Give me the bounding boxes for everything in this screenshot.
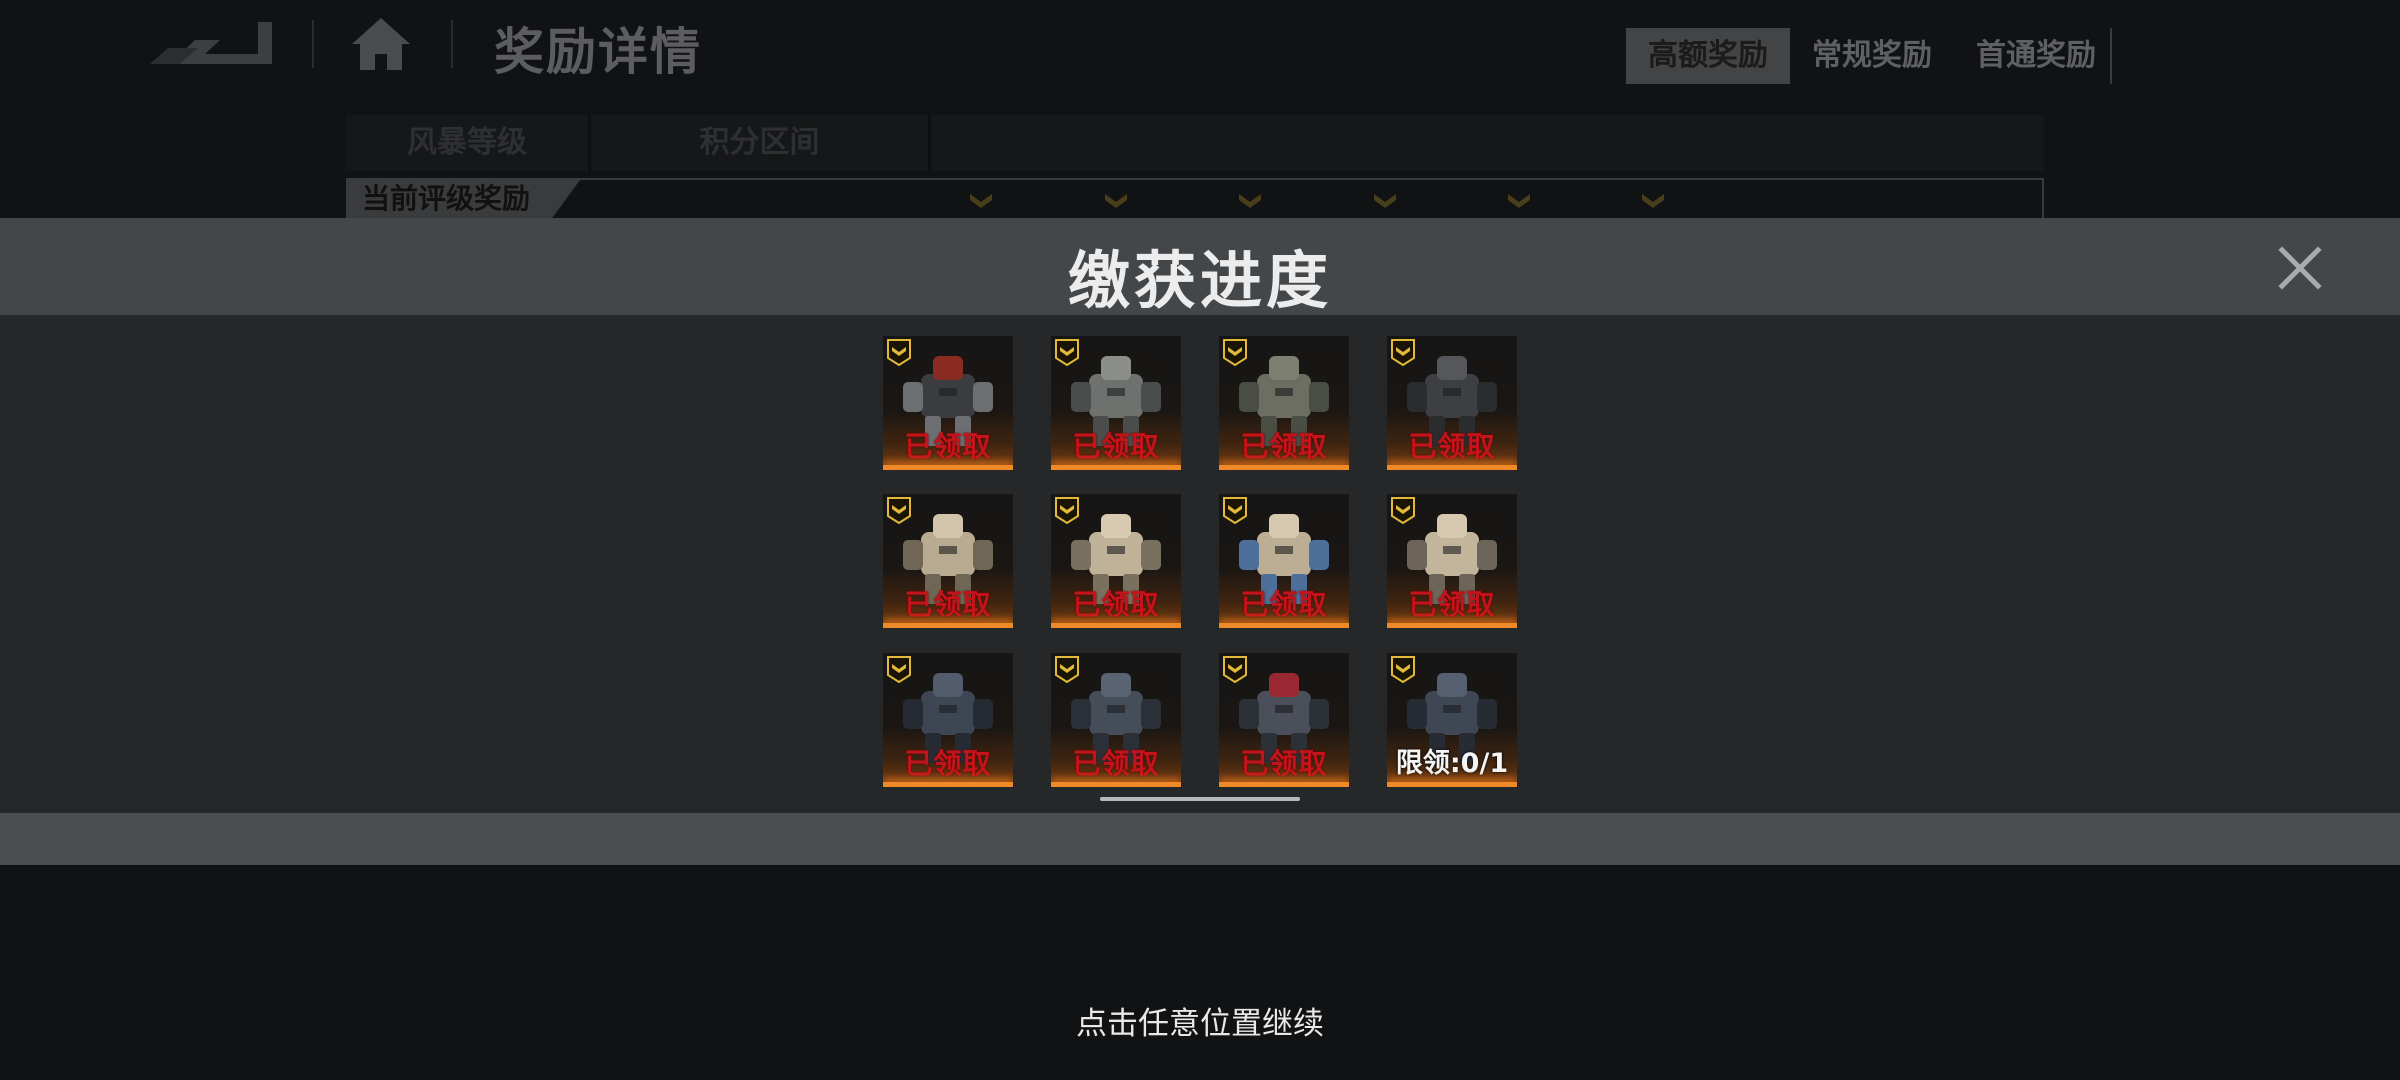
- claimed-stamp: 已领取: [1408, 430, 1496, 463]
- rarity-badge-icon: [1391, 339, 1415, 366]
- claimed-stamp: 已领取: [904, 747, 992, 780]
- rarity-badge-icon: [1055, 656, 1079, 683]
- capture-item[interactable]: 已领取: [1051, 336, 1181, 470]
- capture-item[interactable]: 已领取: [1051, 653, 1181, 787]
- rank-badge-icon: [1374, 194, 1396, 208]
- page-title: 奖励详情: [494, 23, 702, 81]
- tab-first-clear-reward[interactable]: 首通奖励: [1954, 28, 2118, 84]
- continue-hint[interactable]: 点击任意位置继续: [0, 998, 2400, 1043]
- table-header: 风暴等级 积分区间: [346, 115, 2044, 171]
- rarity-badge-icon: [887, 497, 911, 524]
- rank-badge-icon: [1239, 194, 1261, 208]
- modal-footer: [0, 813, 2400, 865]
- current-rating-label: 当前评级奖励: [348, 180, 580, 218]
- capture-item[interactable]: 已领取: [1387, 336, 1517, 470]
- capture-item[interactable]: 已领取: [883, 653, 1013, 787]
- capture-item[interactable]: 已领取: [883, 494, 1013, 628]
- claimed-stamp: 已领取: [1072, 747, 1160, 780]
- rank-badge-icon: [970, 194, 992, 208]
- claimed-stamp: 已领取: [1240, 430, 1328, 463]
- rarity-badge-icon: [887, 656, 911, 683]
- divider: [2110, 28, 2112, 84]
- rarity-badge-icon: [1223, 497, 1247, 524]
- rarity-badge-icon: [1055, 497, 1079, 524]
- modal-header: 缴获进度: [0, 218, 2400, 317]
- top-bar: 奖励详情 高额奖励 常规奖励 首通奖励: [0, 0, 2400, 95]
- capture-item[interactable]: 已领取: [883, 336, 1013, 470]
- capture-item[interactable]: 已领取: [1387, 494, 1517, 628]
- rank-badge-icon: [1508, 194, 1530, 208]
- claimed-stamp: 已领取: [1072, 430, 1160, 463]
- tab-regular-reward[interactable]: 常规奖励: [1790, 28, 1954, 84]
- capture-item[interactable]: 已领取: [1051, 494, 1181, 628]
- capture-grid: 已领取 已领取 已领取 已领取 已领取 已领取 已领取 已领取 已领取 已领取 已领取 限领:0/1: [883, 336, 1517, 787]
- claimed-stamp: 已领取: [1408, 588, 1496, 621]
- current-rating-row: 当前评级奖励: [346, 178, 2044, 218]
- tab-high-reward[interactable]: 高额奖励: [1626, 28, 1790, 84]
- capture-item[interactable]: 已领取: [1219, 494, 1349, 628]
- rarity-badge-icon: [887, 339, 911, 366]
- rarity-badge-icon: [1391, 497, 1415, 524]
- claimed-stamp: 已领取: [904, 588, 992, 621]
- capture-item[interactable]: 限领:0/1: [1387, 653, 1517, 787]
- back-arrow-icon[interactable]: [150, 18, 275, 70]
- claim-limit-label: 限领:0/1: [1395, 748, 1509, 779]
- reward-tabs: 高额奖励 常规奖励 首通奖励: [1626, 28, 2118, 84]
- capture-item[interactable]: 已领取: [1219, 336, 1349, 470]
- column-header-score-range: 积分区间: [591, 115, 931, 171]
- claimed-stamp: 已领取: [904, 430, 992, 463]
- rank-badge-icon: [1642, 194, 1664, 208]
- claimed-stamp: 已领取: [1072, 588, 1160, 621]
- capture-item[interactable]: 已领取: [1219, 653, 1349, 787]
- divider: [312, 20, 314, 68]
- rarity-badge-icon: [1223, 339, 1247, 366]
- rarity-badge-icon: [1223, 656, 1247, 683]
- modal-title: 缴获进度: [1067, 244, 1332, 317]
- divider: [451, 20, 453, 68]
- claimed-stamp: 已领取: [1240, 588, 1328, 621]
- close-x-icon[interactable]: [2276, 244, 2324, 292]
- rarity-badge-icon: [1391, 656, 1415, 683]
- rank-badge-icon: [1105, 194, 1127, 208]
- home-icon[interactable]: [350, 16, 412, 72]
- column-header-storm-level: 风暴等级: [346, 115, 591, 171]
- scroll-indicator[interactable]: [1100, 797, 1300, 801]
- rarity-badge-icon: [1055, 339, 1079, 366]
- claimed-stamp: 已领取: [1240, 747, 1328, 780]
